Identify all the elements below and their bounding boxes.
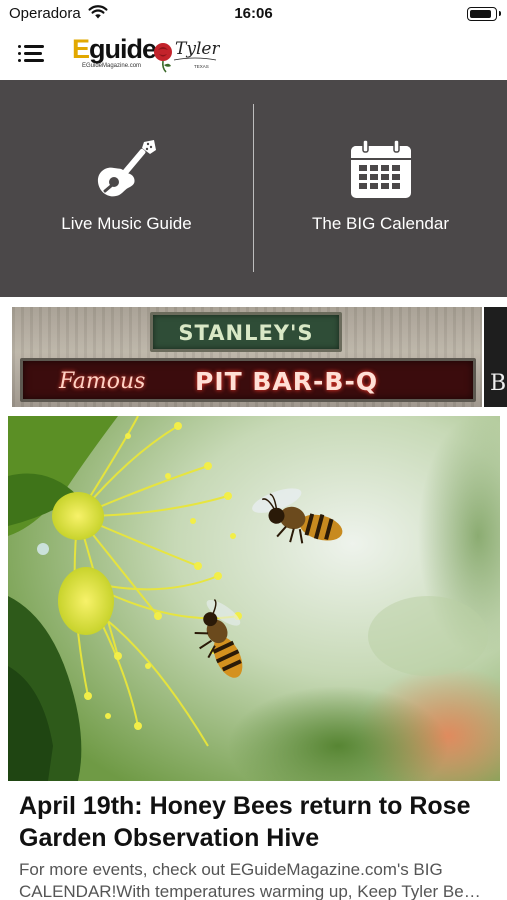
svg-text:Tyler: Tyler <box>175 39 220 59</box>
rose-icon <box>154 43 172 73</box>
calendar-icon <box>349 138 413 205</box>
eguide-logo[interactable]: Eguide EGuideMagazine.com <box>72 34 157 72</box>
pit-bbq-sign-script: Famous <box>59 369 146 394</box>
pit-bbq-sign: Famous PIT BAR-B-Q <box>20 358 476 402</box>
banner-side-panel: B <box>484 307 507 407</box>
pit-bbq-sign-text: PIT BAR-B-Q <box>195 367 379 396</box>
stanleys-sign-text: STANLEY'S <box>178 321 314 345</box>
battery-icon <box>467 7 501 21</box>
guitar-icon <box>94 138 160 207</box>
status-bar: Operadora 16:06 <box>0 0 507 28</box>
article-title[interactable]: April 19th: Honey Bees return to Rose Ga… <box>19 790 489 854</box>
big-calendar-label: The BIG Calendar <box>311 214 449 233</box>
stanleys-sign: STANLEY'S <box>150 312 342 352</box>
honey-bees-flower-photo[interactable] <box>8 416 500 781</box>
live-music-guide-tile[interactable]: Live Music Guide <box>0 80 253 297</box>
clock: 16:06 <box>234 5 273 22</box>
article-excerpt: For more events, check out EGuideMagazin… <box>19 860 481 900</box>
nav-bar: Eguide EGuideMagazine.com Tyler TEXAS <box>0 28 507 80</box>
battery-fill <box>470 10 491 18</box>
quick-links-panel: Live Music Guide The BIG Calendar <box>0 80 507 297</box>
stanleys-ad-banner[interactable]: STANLEY'S Famous PIT BAR-B-Q B <box>12 307 507 407</box>
eguide-logo-wordmark: Eguide <box>72 34 157 64</box>
tyler-logo[interactable]: Tyler TEXAS <box>150 32 220 74</box>
eguide-logo-subtitle: EGuideMagazine.com <box>82 63 142 69</box>
svg-text:TEXAS: TEXAS <box>194 64 209 69</box>
live-music-guide-label: Live Music Guide <box>61 214 192 233</box>
big-calendar-tile[interactable]: The BIG Calendar <box>254 80 507 297</box>
hamburger-menu-icon[interactable] <box>18 40 48 66</box>
banner-side-letter: B <box>490 371 507 396</box>
